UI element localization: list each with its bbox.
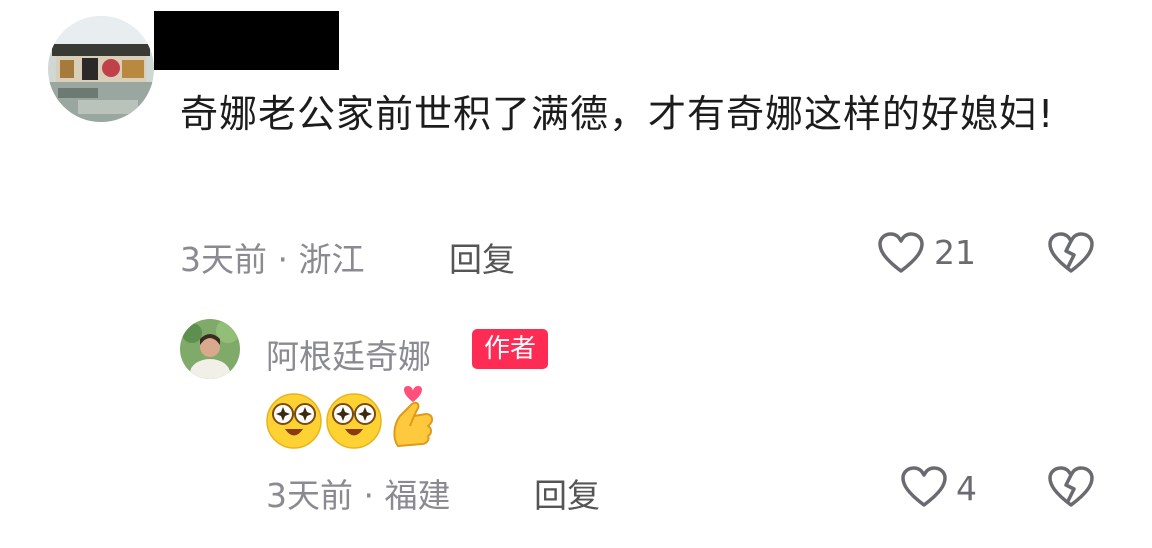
comment-like-count: 21 xyxy=(934,233,976,272)
heart-icon[interactable] xyxy=(900,465,948,509)
comment-time-location: 3天前 · 浙江 xyxy=(180,240,365,279)
star-eyes-emoji xyxy=(265,392,323,450)
star-eyes-emoji xyxy=(325,392,383,450)
redacted-username xyxy=(154,11,339,70)
comment-text: 奇娜老公家前世积了满德，才有奇娜这样的好媳妇! xyxy=(180,92,1055,136)
dislike-broken-heart-icon[interactable] xyxy=(1047,465,1095,509)
heart-icon[interactable] xyxy=(877,231,925,275)
reply-time-location: 3天前 · 福建 xyxy=(266,476,451,515)
dislike-broken-heart-icon[interactable] xyxy=(1047,231,1095,275)
reply-like-count: 4 xyxy=(956,469,977,508)
comment-reply-button[interactable]: 回复 xyxy=(449,233,515,281)
reply-reply-button[interactable]: 回复 xyxy=(534,469,600,517)
commenter-avatar[interactable] xyxy=(48,16,154,122)
author-username[interactable]: 阿根廷奇娜 xyxy=(266,330,431,378)
author-avatar[interactable] xyxy=(180,319,240,379)
finger-heart-emoji xyxy=(388,386,438,450)
author-badge: 作者 xyxy=(472,329,549,369)
